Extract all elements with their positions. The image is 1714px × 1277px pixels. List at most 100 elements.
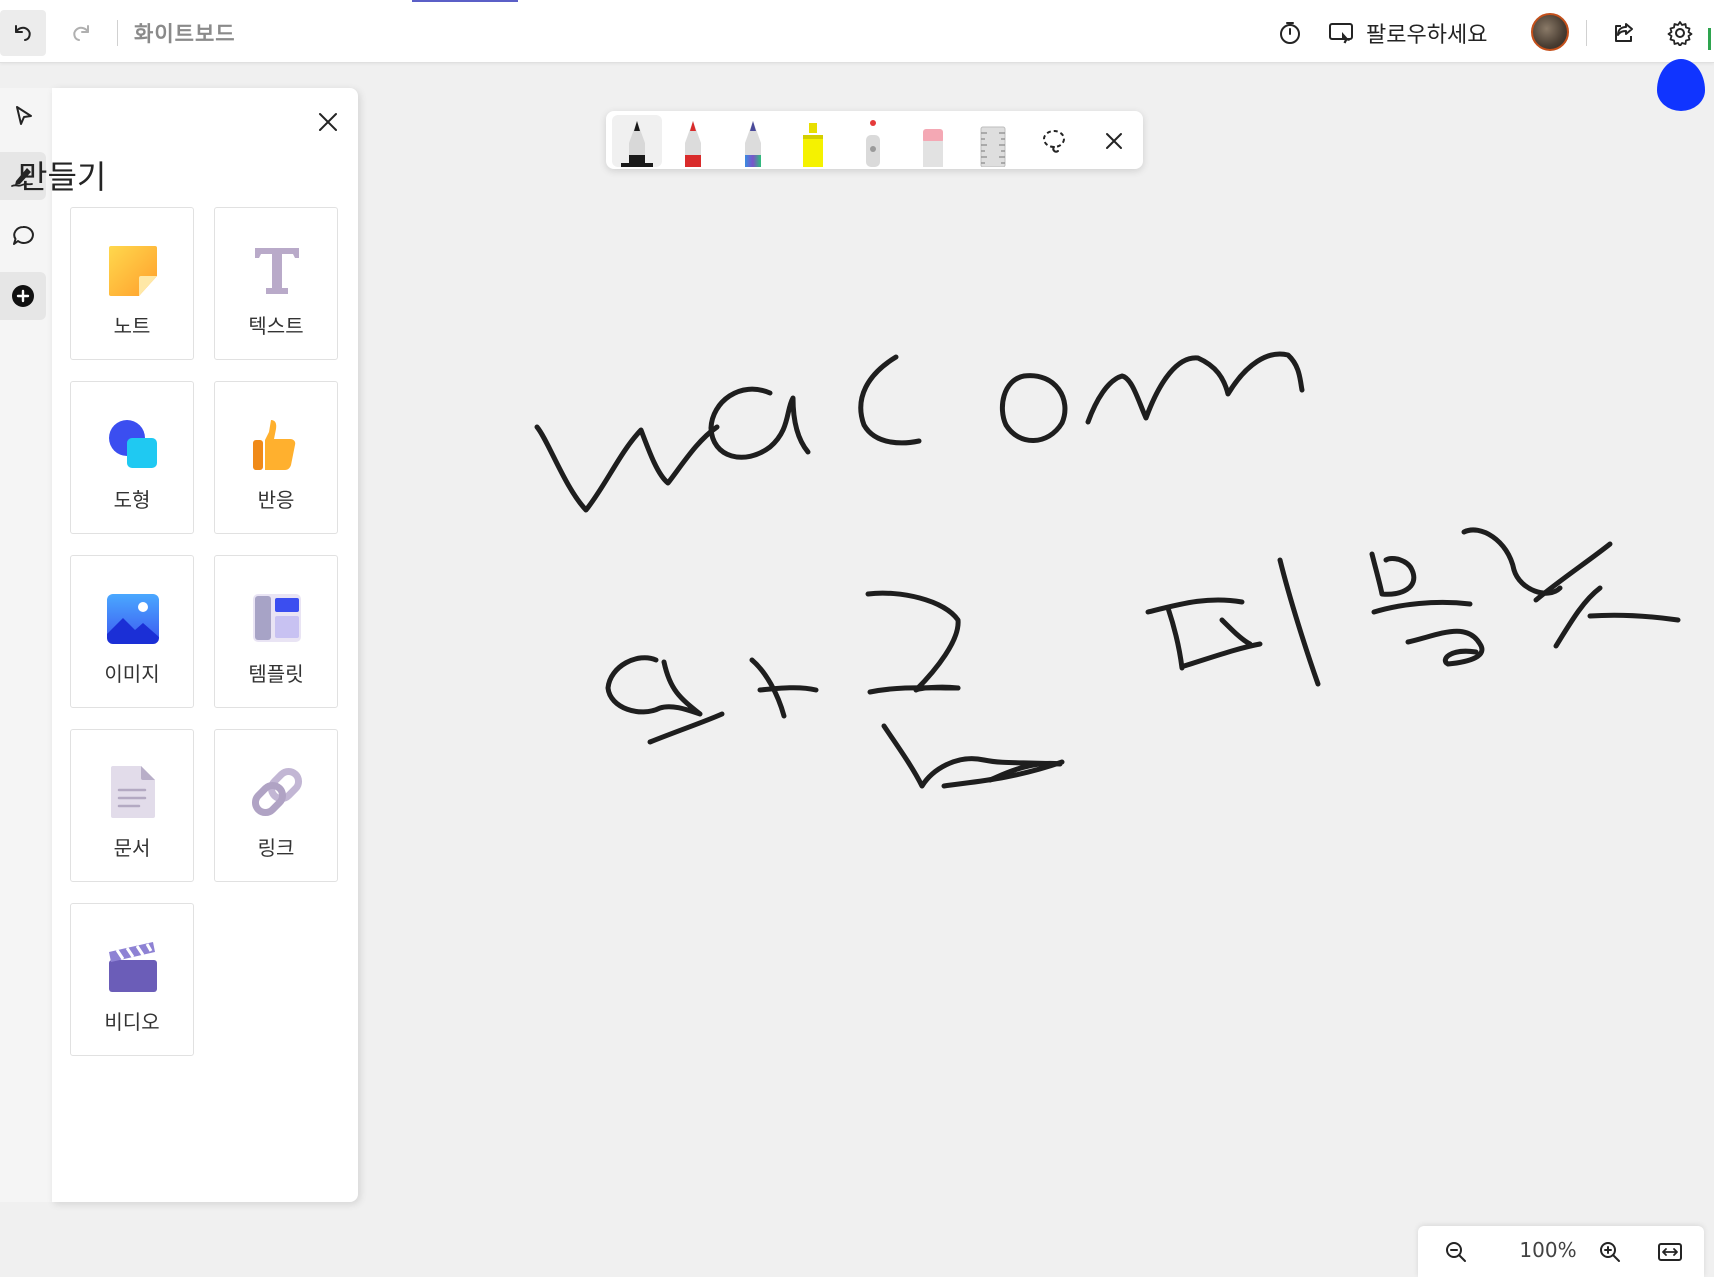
ink-stroke	[605, 655, 703, 717]
share-button[interactable]	[1602, 12, 1646, 54]
link-icon	[251, 767, 303, 817]
timer-button[interactable]	[1268, 12, 1312, 54]
text-icon	[255, 248, 299, 294]
eraser-tool[interactable]	[908, 115, 958, 167]
red-pen-tool[interactable]	[668, 115, 718, 167]
zoom-bar: 100%	[1418, 1226, 1704, 1277]
tile-label: 링크	[257, 836, 295, 860]
zoom-in-icon	[1600, 1242, 1620, 1262]
ink-stroke	[867, 685, 961, 695]
redo-icon	[73, 25, 89, 41]
create-video-tile[interactable]: 비디오	[70, 903, 194, 1056]
eraser-icon	[923, 129, 943, 167]
black-pen-tool[interactable]	[612, 115, 662, 167]
tab-indicator	[412, 0, 518, 2]
panel-title: 만들기	[18, 158, 107, 196]
laser-pointer-tool[interactable]	[848, 115, 898, 167]
tile-label: 텍스트	[248, 314, 304, 338]
create-template-tile[interactable]: 템플릿	[214, 555, 338, 708]
tile-label: 반응	[257, 488, 295, 512]
avatar[interactable]	[1531, 13, 1569, 51]
create-note-tile[interactable]: 노트	[70, 207, 194, 360]
fit-to-screen-button[interactable]	[1650, 1232, 1690, 1272]
create-image-tile[interactable]: 이미지	[70, 555, 194, 708]
follow-cast-icon	[1329, 23, 1353, 44]
ink-stroke	[749, 657, 787, 719]
rainbow-pen-icon	[745, 121, 761, 167]
ink-stroke	[858, 354, 922, 446]
ink-toolbar	[606, 111, 1143, 169]
lasso-select-button[interactable]	[1032, 119, 1076, 163]
tile-label: 도형	[113, 488, 151, 512]
edge-indicator	[1708, 28, 1714, 50]
ink-stroke	[1165, 605, 1185, 671]
share-icon	[1615, 23, 1633, 42]
ink-stroke	[708, 386, 811, 460]
undo-icon	[15, 25, 31, 41]
lasso-select-icon	[1043, 130, 1065, 153]
close-icon	[319, 113, 337, 131]
create-shapes-tile[interactable]: 도형	[70, 381, 194, 534]
document-icon	[111, 766, 155, 818]
highlighter-icon	[803, 123, 823, 167]
sticky-note-icon	[109, 246, 157, 296]
create-reaction-tile[interactable]: 반응	[214, 381, 338, 534]
ink-stroke	[1405, 628, 1485, 667]
close-ink-toolbar-button[interactable]	[1092, 119, 1136, 163]
zoom-out-icon	[1446, 1242, 1466, 1262]
comment-tool-button[interactable]	[0, 212, 46, 260]
toolbar-divider	[1586, 20, 1587, 46]
fit-to-screen-icon	[1658, 1243, 1682, 1261]
zoom-in-button[interactable]	[1590, 1232, 1630, 1272]
toolbar-divider	[117, 20, 118, 46]
add-circle-icon	[12, 285, 34, 307]
create-tool-button[interactable]	[0, 272, 46, 320]
ink-stroke	[941, 759, 1065, 789]
ink-stroke	[757, 685, 819, 693]
ink-stroke	[1553, 585, 1603, 649]
ink-stroke	[1085, 351, 1305, 425]
create-document-tile[interactable]: 문서	[70, 729, 194, 882]
thumbs-up-icon	[253, 420, 296, 470]
left-tool-rail	[0, 88, 53, 1202]
tile-label: 노트	[113, 314, 151, 338]
shapes-icon	[109, 420, 157, 468]
ink-stroke	[1371, 599, 1473, 615]
ink-stroke	[534, 424, 720, 513]
settings-button[interactable]	[1658, 12, 1702, 54]
zoom-level[interactable]: 100%	[1506, 1238, 1590, 1262]
black-pen-icon	[621, 121, 653, 167]
close-icon	[1106, 133, 1122, 149]
laser-pointer-icon	[866, 120, 880, 167]
ink-stroke	[647, 711, 725, 745]
ink-stroke	[1145, 597, 1245, 615]
remote-cursor-indicator	[1657, 59, 1705, 111]
ruler-tool[interactable]	[968, 115, 1018, 167]
ruler-icon	[980, 126, 1006, 167]
ink-stroke	[1533, 541, 1613, 603]
rainbow-pen-tool[interactable]	[728, 115, 778, 167]
create-text-tile[interactable]: 텍스트	[214, 207, 338, 360]
redo-button[interactable]	[58, 10, 104, 56]
ink-stroke	[1219, 617, 1253, 647]
undo-button[interactable]	[0, 10, 46, 56]
image-icon	[107, 594, 159, 644]
timer-icon	[1280, 22, 1300, 44]
template-icon	[253, 594, 301, 642]
tile-label: 문서	[113, 836, 151, 860]
panel-close-button[interactable]	[308, 102, 348, 142]
ink-stroke	[1181, 641, 1263, 669]
zoom-out-button[interactable]	[1436, 1232, 1476, 1272]
ink-stroke	[1461, 527, 1563, 596]
red-pen-icon	[685, 121, 701, 167]
ink-stroke	[1277, 557, 1321, 687]
ink-stroke	[1587, 612, 1681, 623]
tile-label: 템플릿	[248, 662, 304, 686]
select-tool-button[interactable]	[0, 92, 46, 140]
ink-stroke	[999, 373, 1068, 443]
pointer-icon	[16, 106, 32, 125]
create-link-tile[interactable]: 링크	[214, 729, 338, 882]
highlighter-tool[interactable]	[788, 115, 838, 167]
ink-stroke	[865, 590, 961, 693]
follow-button[interactable]: 팔로우하세요	[1328, 12, 1487, 54]
